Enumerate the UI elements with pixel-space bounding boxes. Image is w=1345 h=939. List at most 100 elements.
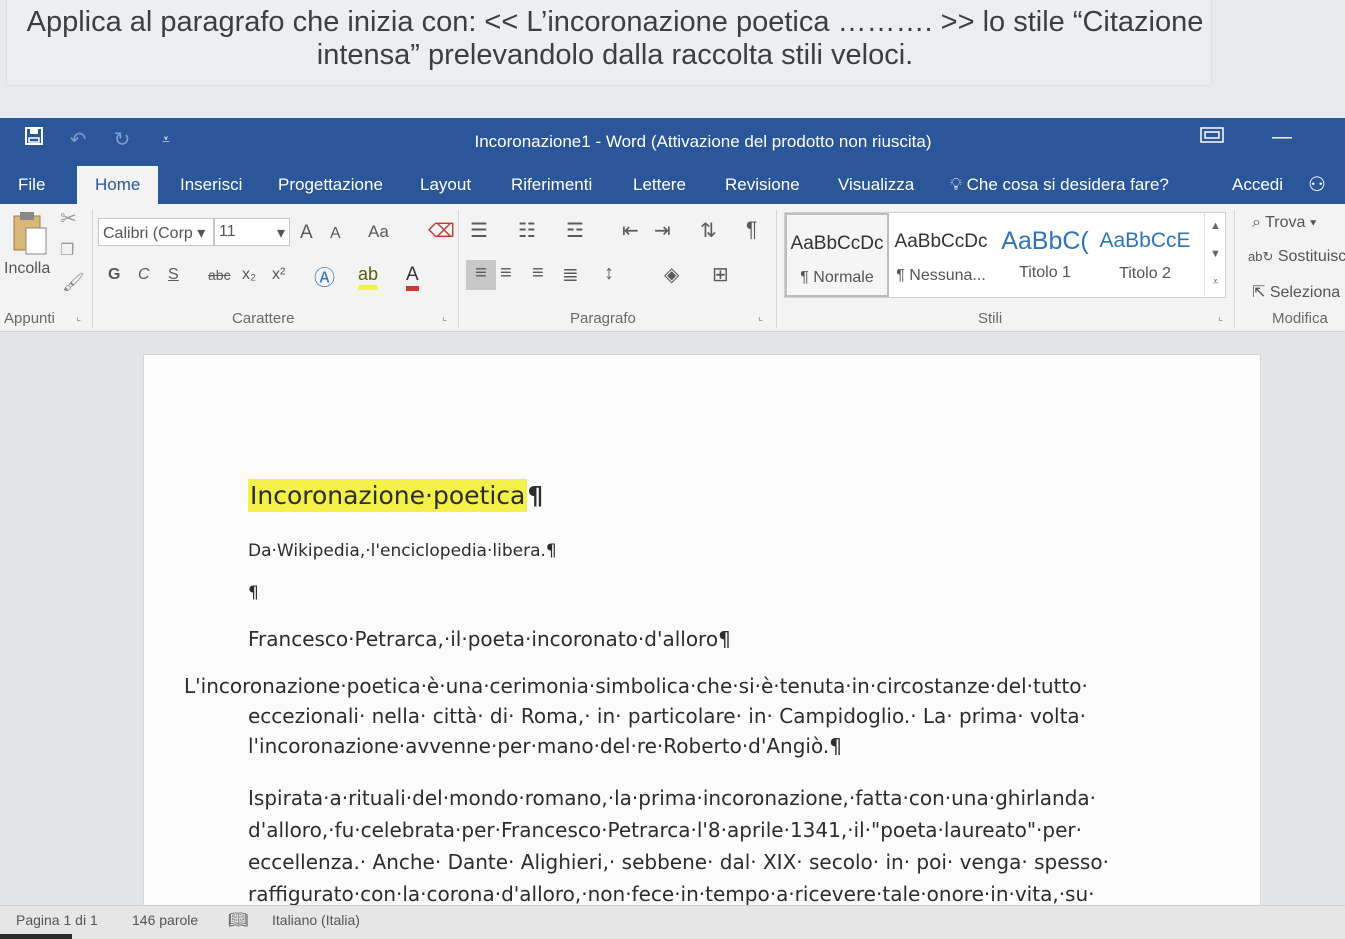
- doc-subtitle[interactable]: Da·Wikipedia,·l'enciclopedia·libera.¶: [248, 541, 557, 561]
- paste-icon[interactable]: [10, 210, 50, 263]
- copy-icon[interactable]: ❐: [60, 240, 74, 260]
- tab-layout[interactable]: Layout: [420, 175, 471, 195]
- doc-paragraph-2-line-1[interactable]: Ispirata·a·rituali·del·mondo·romano,·la·…: [248, 783, 1096, 813]
- bold-button[interactable]: G: [108, 266, 120, 284]
- gallery-down-icon[interactable]: ▼: [1205, 240, 1226, 268]
- change-case-button[interactable]: Aa: [368, 222, 389, 242]
- bullets-icon[interactable]: ☰: [470, 218, 488, 243]
- paste-label[interactable]: Incolla: [4, 260, 50, 278]
- font-family-combo[interactable]: Calibri (Corp ▾: [98, 218, 214, 246]
- styles-launcher-icon[interactable]: ⌞: [1218, 310, 1223, 323]
- lightbulb-icon: 💡︎: [950, 175, 962, 194]
- doc-title[interactable]: Incoronazione·poetica¶: [248, 479, 544, 512]
- status-bar: Pagina 1 di 1 146 parole 📖︎ Italiano (It…: [0, 905, 1345, 939]
- shading-icon[interactable]: ◈: [664, 262, 679, 287]
- page-count[interactable]: Pagina 1 di 1: [16, 912, 98, 928]
- font-size-combo[interactable]: 11 ▾: [214, 218, 290, 246]
- replace-icon: ab↻: [1248, 249, 1274, 264]
- italic-button[interactable]: C: [138, 266, 150, 284]
- replace-button[interactable]: ab↻ Sostituisci: [1248, 248, 1345, 266]
- multilevel-list-icon[interactable]: ☲: [566, 218, 584, 243]
- font-launcher-icon[interactable]: ⌞: [442, 310, 447, 323]
- format-painter-icon[interactable]: 🖌︎: [62, 272, 85, 293]
- sort-icon[interactable]: ⇅: [700, 218, 717, 243]
- cut-icon[interactable]: ✂: [60, 206, 77, 231]
- tab-revisione[interactable]: Revisione: [725, 175, 800, 195]
- subscript-button[interactable]: x₂: [242, 266, 256, 284]
- separator: [458, 210, 459, 328]
- styles-group-label: Stili: [978, 310, 1003, 327]
- borders-icon[interactable]: ⊞: [712, 262, 729, 287]
- ribbon-display-options-icon[interactable]: [1200, 126, 1224, 150]
- justify-icon[interactable]: ≣: [562, 262, 579, 287]
- doc-paragraph-2-line-3[interactable]: eccellenza.· Anche· Dante· Alighieri,· s…: [248, 847, 1109, 877]
- align-right-icon[interactable]: ≡: [532, 262, 544, 285]
- cursor-icon: ⇱: [1252, 284, 1266, 301]
- tab-riferimenti[interactable]: Riferimenti: [511, 175, 592, 195]
- separator: [92, 210, 93, 328]
- highlight-color-icon[interactable]: ab: [358, 264, 379, 290]
- strikethrough-button[interactable]: abc: [208, 267, 231, 283]
- font-group-label: Carattere: [232, 310, 295, 327]
- tell-me-box[interactable]: 💡︎ Che cosa si desidera fare?: [950, 175, 1169, 195]
- doc-paragraph-1-line-1[interactable]: L'incoronazione·poetica·è·una·cerimonia·…: [184, 671, 1088, 701]
- grow-font-button[interactable]: A: [300, 222, 313, 244]
- doc-paragraph-1-line-2[interactable]: eccezionali· nella· città· di· Roma,· in…: [248, 701, 1086, 731]
- instruction-line-1: Applica al paragrafo che inizia con: << …: [26, 6, 1204, 38]
- clipboard-launcher-icon[interactable]: ⌞: [76, 310, 81, 323]
- doc-paragraph-2-line-2[interactable]: d'alloro,·fu·celebrata·per·Francesco·Pet…: [248, 815, 1082, 845]
- styles-gallery[interactable]: AaBbCcDc ¶ Normale AaBbCcDc ¶ Nessuna...…: [784, 212, 1226, 298]
- paragraph-launcher-icon[interactable]: ⌞: [758, 310, 763, 323]
- style-preview: AaBbC(: [1001, 227, 1089, 255]
- tab-home[interactable]: Home: [77, 166, 159, 204]
- gallery-up-icon[interactable]: ▲: [1205, 212, 1226, 240]
- tell-me-label: Che cosa si desidera fare?: [966, 175, 1169, 194]
- doc-heading[interactable]: Francesco·Petrarca,·il·poeta·incoronato·…: [248, 627, 731, 651]
- clear-formatting-icon[interactable]: ⌫: [428, 220, 455, 243]
- tab-progettazione[interactable]: Progettazione: [278, 175, 383, 195]
- superscript-button[interactable]: x²: [272, 266, 285, 284]
- decrease-indent-icon[interactable]: ⇤: [622, 218, 639, 243]
- proofing-icon[interactable]: 📖︎: [228, 910, 248, 930]
- paragraph-mark: ¶: [527, 481, 544, 510]
- style-preview: AaBbCcE: [1099, 229, 1191, 252]
- minimize-icon[interactable]: —: [1272, 126, 1292, 149]
- separator: [776, 210, 777, 328]
- font-color-icon[interactable]: A: [406, 264, 419, 291]
- tab-lettere[interactable]: Lettere: [633, 175, 686, 195]
- tab-file[interactable]: File: [18, 175, 45, 195]
- shrink-font-button[interactable]: A: [330, 225, 341, 243]
- gallery-more-icon[interactable]: ⩡: [1205, 268, 1226, 296]
- show-formatting-button[interactable]: ¶: [746, 218, 757, 242]
- tab-inserisci[interactable]: Inserisci: [180, 175, 242, 195]
- align-center-icon[interactable]: ≡: [500, 262, 512, 285]
- text-effects-icon[interactable]: Ⓐ: [314, 262, 335, 292]
- font-family-value: Calibri (Corp: [103, 225, 193, 242]
- document-page[interactable]: Incoronazione·poetica¶ Da·Wikipedia,·l'e…: [143, 354, 1261, 914]
- styles-gallery-scroll: ▲ ▼ ⩡: [1204, 212, 1226, 298]
- underline-button[interactable]: S: [168, 266, 179, 284]
- select-button[interactable]: ⇱ Seleziona: [1252, 282, 1340, 302]
- line-spacing-icon[interactable]: ↕: [604, 262, 614, 285]
- find-button[interactable]: ⌕ Trova ▾: [1252, 214, 1317, 232]
- style-nessuna-spaziatura[interactable]: AaBbCcDc ¶ Nessuna...: [889, 213, 993, 297]
- style-titolo-1[interactable]: AaBbC( Titolo 1: [993, 213, 1097, 297]
- numbering-icon[interactable]: ☷: [518, 218, 536, 243]
- share-user-icon[interactable]: ⚇: [1308, 172, 1326, 197]
- style-preview: AaBbCcDc: [790, 233, 884, 254]
- doc-paragraph-1-line-3[interactable]: l'incoronazione·avvenne·per·mano·del·re·…: [248, 731, 842, 761]
- separator: [1234, 210, 1235, 328]
- tab-visualizza[interactable]: Visualizza: [838, 175, 914, 195]
- increase-indent-icon[interactable]: ⇥: [654, 218, 671, 243]
- language[interactable]: Italiano (Italia): [272, 912, 360, 928]
- word-count[interactable]: 146 parole: [132, 912, 198, 928]
- align-left-icon[interactable]: ≡: [466, 260, 496, 290]
- sign-in-link[interactable]: Accedi: [1232, 175, 1283, 195]
- doc-empty-paragraph[interactable]: ¶: [248, 583, 259, 603]
- style-titolo-2[interactable]: AaBbCcE Titolo 2: [1097, 213, 1193, 297]
- style-normale[interactable]: AaBbCcDc ¶ Normale: [785, 213, 889, 297]
- style-name: Titolo 1: [1019, 264, 1071, 281]
- style-name: Titolo 2: [1119, 265, 1171, 282]
- clipboard-group-label: Appunti: [4, 310, 55, 327]
- style-preview: AaBbCcDc: [894, 231, 988, 252]
